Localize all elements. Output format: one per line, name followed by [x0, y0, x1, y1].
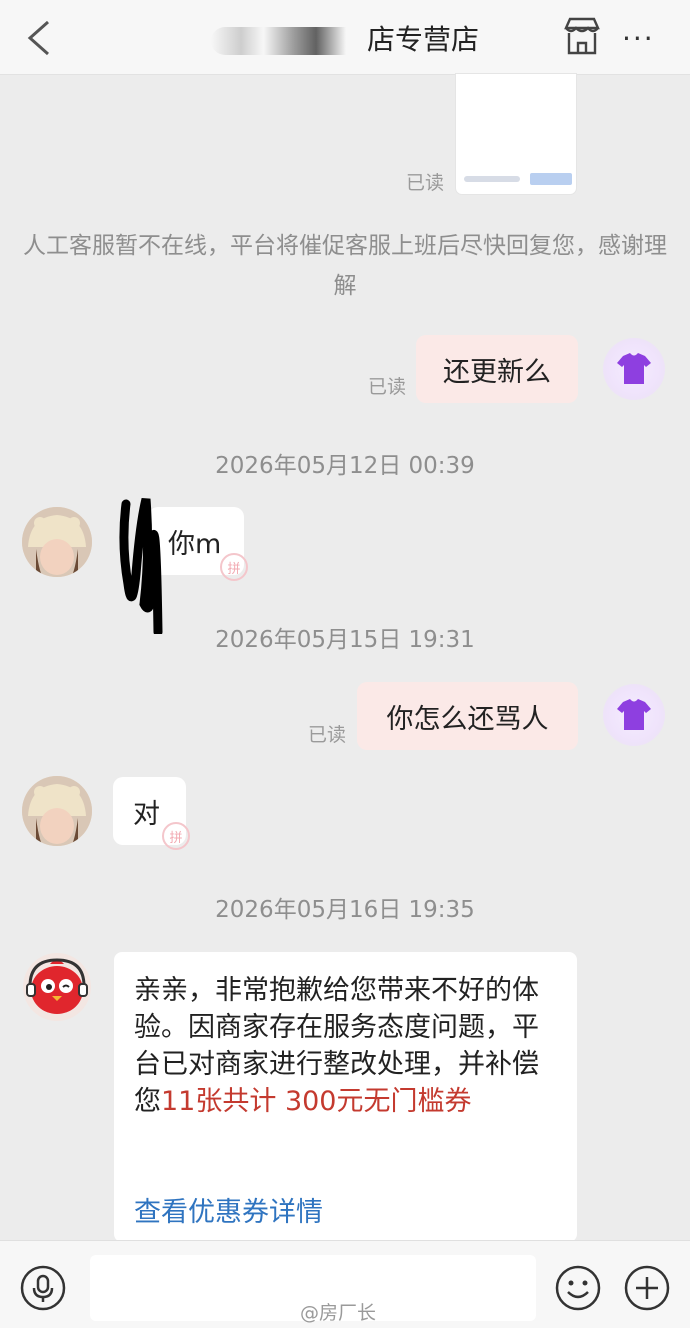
- coupon-highlight: 11张共计 300元无门槛券: [161, 1086, 472, 1117]
- read-status: 已读: [308, 724, 347, 746]
- message-bubble-outgoing[interactable]: 还更新么: [416, 335, 578, 403]
- message-bubble-outgoing[interactable]: 你怎么还骂人: [357, 682, 578, 750]
- microphone-icon[interactable]: [20, 1265, 66, 1311]
- watermark: @房厂长: [300, 1302, 377, 1324]
- more-icon[interactable]: ···: [622, 22, 666, 55]
- emoji-icon[interactable]: [555, 1265, 601, 1311]
- top-bar: 店专营店 ···: [0, 0, 690, 75]
- image-message[interactable]: [456, 74, 576, 194]
- system-notice: 人工客服暂不在线，平台将催促客服上班后尽快回复您，感谢理解: [23, 233, 667, 299]
- message-text: 你m: [168, 528, 222, 560]
- shop-title-text: 店专营店: [366, 23, 479, 56]
- compensation-text: 亲亲，非常抱歉给您带来不好的体验。因商家存在服务态度问题，平台已对商家进行整改处…: [134, 972, 557, 1120]
- compensation-message: 亲亲，非常抱歉给您带来不好的体验。因商家存在服务态度问题，平台已对商家进行整改处…: [114, 952, 577, 1242]
- timestamp: 2026年05月12日 00:39: [215, 453, 475, 479]
- timestamp: 2026年05月16日 19:35: [215, 897, 475, 923]
- avatar[interactable]: [603, 684, 665, 746]
- avatar[interactable]: [22, 776, 92, 846]
- message-text: 对: [133, 798, 160, 830]
- message-text: 还更新么: [443, 356, 551, 388]
- plus-icon[interactable]: [624, 1265, 670, 1311]
- message-text: 你怎么还骂人: [386, 703, 549, 735]
- image-preview-button: [530, 173, 572, 185]
- tshirt-icon: [617, 353, 651, 384]
- timestamp: 2026年05月15日 19:31: [215, 627, 475, 653]
- pin-watermark: 拼: [162, 822, 190, 850]
- customer-service-bot-icon[interactable]: [22, 952, 92, 1022]
- pin-watermark: 拼: [220, 553, 248, 581]
- redaction-scribble: [119, 497, 163, 634]
- avatar[interactable]: [22, 507, 92, 577]
- store-icon[interactable]: [560, 16, 604, 56]
- read-status: 已读: [368, 376, 407, 398]
- redacted-shop-name: [210, 27, 361, 55]
- tshirt-icon: [617, 699, 651, 730]
- read-status: 已读: [406, 172, 445, 194]
- avatar[interactable]: [603, 338, 665, 400]
- user-photo-icon: [22, 776, 92, 846]
- user-photo-icon: [22, 507, 92, 577]
- image-preview-text: [464, 176, 520, 182]
- view-coupon-link[interactable]: 查看优惠券详情: [134, 1190, 323, 1229]
